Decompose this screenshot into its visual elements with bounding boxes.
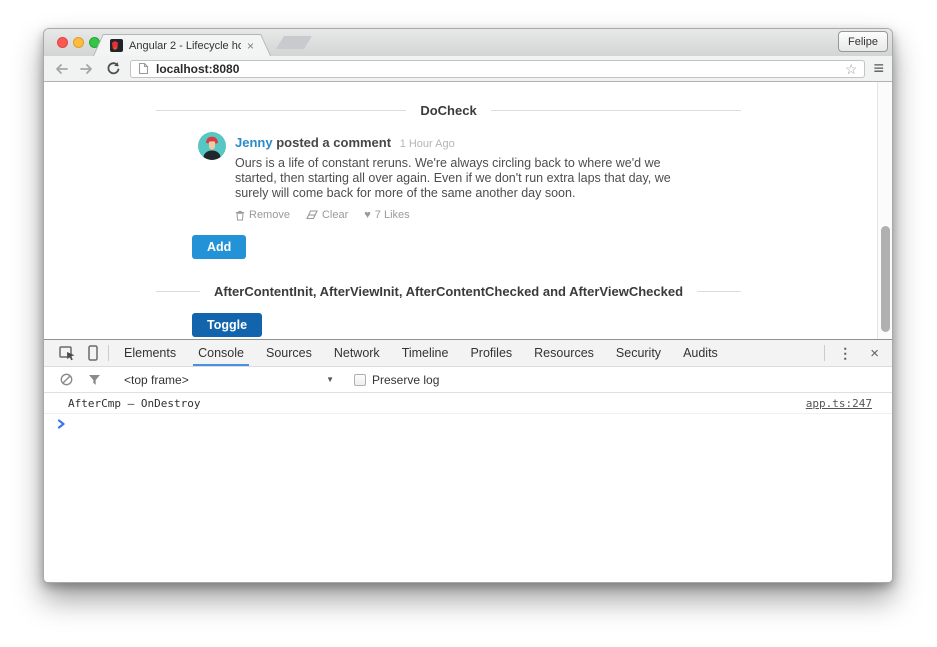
omnibox[interactable]: localhost:8080 ☆ xyxy=(130,60,865,78)
devtools-tabbar: Elements Console Sources Network Timelin… xyxy=(44,340,892,367)
after-hooks-heading: AfterContentInit, AfterViewInit, AfterCo… xyxy=(214,284,683,299)
browser-toolbar: localhost:8080 ☆ ≡ xyxy=(44,56,892,82)
console-source-link[interactable]: app.ts:247 xyxy=(806,397,872,410)
forward-button[interactable] xyxy=(78,61,96,77)
comment-actions: Remove Clear ♥ 7 Likes xyxy=(235,209,680,221)
clear-console-icon[interactable] xyxy=(56,373,76,386)
tab-sources[interactable]: Sources xyxy=(255,340,323,366)
comment-item: Jenny posted a comment 1 Hour Ago Ours i… xyxy=(198,132,741,221)
eraser-icon xyxy=(306,210,318,220)
tab-close-icon[interactable]: × xyxy=(247,40,254,52)
trash-icon xyxy=(235,210,245,221)
browser-window: Angular 2 - Lifecycle hooks × Felipe xyxy=(43,28,893,583)
tab-title: Angular 2 - Lifecycle hooks xyxy=(129,40,241,52)
heart-icon: ♥ xyxy=(364,210,371,221)
comment-timestamp: 1 Hour Ago xyxy=(400,138,455,150)
reload-button[interactable] xyxy=(104,61,122,77)
preserve-log-label: Preserve log xyxy=(372,373,439,387)
add-button[interactable]: Add xyxy=(192,235,246,259)
comment-action-text: posted a comment xyxy=(276,135,391,150)
close-window-button[interactable] xyxy=(57,37,68,48)
avatar xyxy=(198,132,226,160)
tab-timeline[interactable]: Timeline xyxy=(391,340,460,366)
page-content: DoCheck xyxy=(156,82,741,337)
devtools-panel: Elements Console Sources Network Timelin… xyxy=(44,339,892,583)
page-scrollbar[interactable] xyxy=(877,82,892,339)
docheck-heading: DoCheck xyxy=(420,103,476,118)
inspect-element-icon[interactable] xyxy=(54,340,80,366)
console-prompt[interactable] xyxy=(44,414,892,434)
page-icon xyxy=(138,62,149,75)
browser-menu-icon[interactable]: ≡ xyxy=(873,61,884,75)
new-tab-button[interactable] xyxy=(276,36,312,49)
device-toolbar-icon[interactable] xyxy=(80,340,106,366)
console-log-message: AfterCmp — OnDestroy xyxy=(68,397,200,410)
tab-network[interactable]: Network xyxy=(323,340,391,366)
console-prompt-chevron-icon xyxy=(57,419,66,429)
scrollbar-thumb[interactable] xyxy=(881,226,890,332)
bookmark-star-icon[interactable]: ☆ xyxy=(845,62,858,76)
devtools-menu-icon[interactable]: ⋮ xyxy=(831,345,859,362)
console-log-row: AfterCmp — OnDestroy app.ts:247 xyxy=(44,393,892,414)
back-button[interactable] xyxy=(52,61,70,77)
comment-meta: Jenny posted a comment 1 Hour Ago xyxy=(235,135,680,150)
angular-favicon-icon xyxy=(110,39,123,52)
profile-label: Felipe xyxy=(848,36,878,48)
frame-context-value: <top frame> xyxy=(124,373,189,387)
remove-action[interactable]: Remove xyxy=(235,209,290,221)
comment-body: Ours is a life of constant reruns. We're… xyxy=(235,156,680,201)
page-viewport: DoCheck xyxy=(44,82,892,339)
tab-audits[interactable]: Audits xyxy=(672,340,729,366)
toolbar-separator xyxy=(108,345,109,361)
preserve-log-checkbox[interactable] xyxy=(354,374,366,386)
comment-author-link[interactable]: Jenny xyxy=(235,135,273,150)
likes-action[interactable]: ♥ 7 Likes xyxy=(364,209,409,221)
console-toolbar: <top frame> ▼ Preserve log xyxy=(44,367,892,393)
toggle-button[interactable]: Toggle xyxy=(192,313,262,337)
url-input[interactable]: localhost:8080 xyxy=(156,62,838,76)
tab-profiles[interactable]: Profiles xyxy=(459,340,523,366)
browser-profile-button[interactable]: Felipe xyxy=(838,31,888,52)
clear-action[interactable]: Clear xyxy=(306,209,348,221)
desktop-background: Angular 2 - Lifecycle hooks × Felipe xyxy=(0,0,937,647)
browser-tab[interactable]: Angular 2 - Lifecycle hooks × xyxy=(93,34,271,56)
window-controls xyxy=(57,37,100,48)
tab-resources[interactable]: Resources xyxy=(523,340,605,366)
section-heading-docheck: DoCheck xyxy=(156,102,741,118)
devtools-close-icon[interactable]: × xyxy=(863,345,886,362)
frame-context-dropdown[interactable]: <top frame> ▼ xyxy=(124,373,334,387)
chevron-down-icon: ▼ xyxy=(326,375,334,384)
tab-console[interactable]: Console xyxy=(187,340,255,366)
minimize-window-button[interactable] xyxy=(73,37,84,48)
tab-security[interactable]: Security xyxy=(605,340,672,366)
window-titlebar[interactable]: Angular 2 - Lifecycle hooks × Felipe xyxy=(44,29,892,56)
filter-icon[interactable] xyxy=(84,374,104,386)
tab-elements[interactable]: Elements xyxy=(113,340,187,366)
section-heading-after: AfterContentInit, AfterViewInit, AfterCo… xyxy=(156,283,741,299)
devtools-tabs: Elements Console Sources Network Timelin… xyxy=(113,340,729,366)
